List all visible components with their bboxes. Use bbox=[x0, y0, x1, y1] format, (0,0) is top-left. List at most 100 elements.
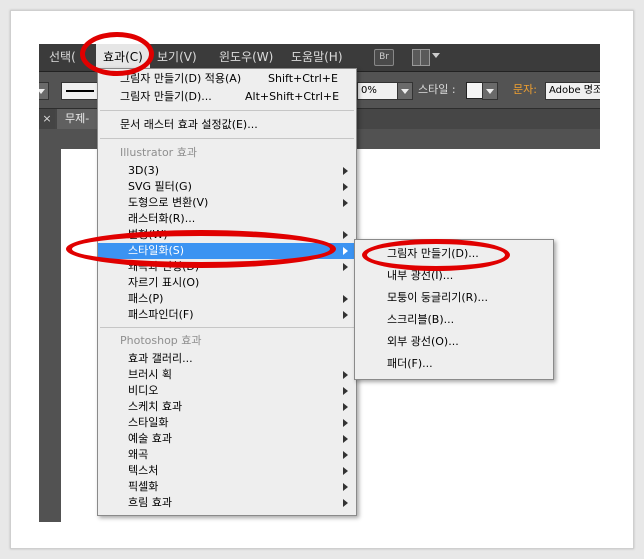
menu-item-distort[interactable]: 왜곡 bbox=[98, 447, 356, 463]
submenu-arrow-icon bbox=[343, 371, 348, 379]
submenu-arrow-icon bbox=[343, 263, 348, 271]
opacity-field[interactable]: 0% bbox=[357, 82, 400, 100]
menu-item-apply-drop-shadow[interactable]: 그림자 만들기(D) 적용(A) Shift+Ctrl+E bbox=[98, 71, 356, 87]
style-swatch[interactable] bbox=[466, 82, 483, 99]
menu-item-label: 스케치 효과 bbox=[128, 400, 183, 413]
menu-item-blur[interactable]: 흐림 효과 bbox=[98, 495, 356, 511]
menu-item-label: 스크리블(B)... bbox=[387, 313, 455, 326]
submenu-arrow-icon bbox=[343, 311, 348, 319]
menu-item-label: 도형으로 변환(V) bbox=[128, 196, 209, 209]
menu-item-label: 스타일화 bbox=[128, 416, 169, 429]
menu-item-label: 그림자 만들기(D)... bbox=[387, 247, 479, 260]
menu-item-rasterize[interactable]: 래스터화(R)... bbox=[98, 211, 356, 227]
effect-menu: 그림자 만들기(D) 적용(A) Shift+Ctrl+E 그림자 만들기(D)… bbox=[97, 68, 357, 516]
submenu-arrow-icon bbox=[343, 199, 348, 207]
menu-select[interactable]: 선택( bbox=[49, 44, 76, 71]
menu-item-crop-marks[interactable]: 자르기 표시(O) bbox=[98, 275, 356, 291]
menu-item-label: 래스터화(R)... bbox=[128, 212, 196, 225]
menu-item-brush-strokes[interactable]: 브러시 획 bbox=[98, 367, 356, 383]
menu-item-video[interactable]: 비디오 bbox=[98, 383, 356, 399]
submenu-arrow-icon bbox=[343, 167, 348, 175]
menu-item-label: 그림자 만들기(D)... bbox=[120, 90, 212, 103]
menu-item-artistic[interactable]: 예술 효과 bbox=[98, 431, 356, 447]
menu-item-label: 자르기 표시(O) bbox=[128, 276, 200, 289]
menu-window[interactable]: 윈도우(W) bbox=[219, 44, 273, 71]
submenu-arrow-icon bbox=[343, 231, 348, 239]
bridge-button[interactable]: Br bbox=[374, 49, 394, 66]
menu-header-label: Photoshop 효과 bbox=[120, 334, 202, 347]
menu-item-label: 스타일화(S) bbox=[128, 244, 185, 257]
menu-item-label: 모퉁이 둥글리기(R)... bbox=[387, 291, 489, 304]
menu-effect[interactable]: 효과(C) bbox=[96, 44, 150, 71]
submenu-arrow-icon bbox=[343, 403, 348, 411]
menu-item-shortcut: Alt+Shift+Ctrl+E bbox=[245, 90, 340, 103]
submenu-item-drop-shadow[interactable]: 그림자 만들기(D)... bbox=[355, 246, 553, 262]
submenu-item-outer-glow[interactable]: 외부 광선(O)... bbox=[355, 334, 553, 350]
menu-item-raster-settings[interactable]: 문서 래스터 효과 설정값(E)... bbox=[98, 117, 356, 133]
chevron-down-icon[interactable] bbox=[432, 53, 440, 58]
menu-item-label: 왜곡과 변형(D) bbox=[128, 260, 200, 273]
menu-item-transform[interactable]: 변형(W) bbox=[98, 227, 356, 243]
submenu-arrow-icon bbox=[343, 247, 348, 255]
menu-item-label: 외부 광선(O)... bbox=[387, 335, 459, 348]
menu-item-3d[interactable]: 3D(3) bbox=[98, 163, 356, 179]
stroke-dropdown-arrow[interactable] bbox=[39, 82, 49, 100]
stroke-profile-box[interactable] bbox=[61, 82, 99, 100]
menu-item-path[interactable]: 패스(P) bbox=[98, 291, 356, 307]
menu-item-label: 3D(3) bbox=[128, 164, 160, 177]
font-family-field[interactable]: Adobe 명조 bbox=[545, 82, 600, 100]
menu-item-label: 비디오 bbox=[128, 384, 159, 397]
submenu-item-scribble[interactable]: 스크리블(B)... bbox=[355, 312, 553, 328]
menu-item-label: 변형(W) bbox=[128, 228, 168, 241]
submenu-arrow-icon bbox=[343, 483, 348, 491]
menu-item-label: 흐림 효과 bbox=[128, 496, 172, 509]
menu-item-sketch[interactable]: 스케치 효과 bbox=[98, 399, 356, 415]
menu-help[interactable]: 도움말(H) bbox=[291, 44, 343, 71]
menu-item-label: 패스파인더(F) bbox=[128, 308, 194, 321]
menu-item-label: 브러시 획 bbox=[128, 368, 172, 381]
submenu-arrow-icon bbox=[343, 467, 348, 475]
menu-item-label: 패스(P) bbox=[128, 292, 164, 305]
menu-item-label: SVG 필터(G) bbox=[128, 180, 192, 193]
menu-item-label: 그림자 만들기(D) 적용(A) bbox=[120, 72, 242, 85]
menu-item-svg-filter[interactable]: SVG 필터(G) bbox=[98, 179, 356, 195]
menu-item-texture[interactable]: 텍스처 bbox=[98, 463, 356, 479]
close-icon[interactable]: × bbox=[39, 109, 55, 129]
menu-header-label: Illustrator 효과 bbox=[120, 146, 197, 159]
style-dropdown-arrow[interactable] bbox=[482, 82, 498, 100]
submenu-item-round-corners[interactable]: 모퉁이 둥글리기(R)... bbox=[355, 290, 553, 306]
menu-separator bbox=[100, 138, 354, 139]
submenu-arrow-icon bbox=[343, 435, 348, 443]
menu-item-pixelate[interactable]: 픽셀화 bbox=[98, 479, 356, 495]
menu-separator bbox=[100, 110, 354, 111]
menu-item-distort-transform[interactable]: 왜곡과 변형(D) bbox=[98, 259, 356, 275]
menu-item-label: 텍스처 bbox=[128, 464, 159, 477]
submenu-item-inner-glow[interactable]: 내부 광선(I)... bbox=[355, 268, 553, 284]
opacity-dropdown-arrow[interactable] bbox=[397, 82, 413, 100]
menu-item-convert-to-shape[interactable]: 도형으로 변환(V) bbox=[98, 195, 356, 211]
submenu-item-feather[interactable]: 패더(F)... bbox=[355, 356, 553, 372]
submenu-arrow-icon bbox=[343, 387, 348, 395]
character-link[interactable]: 문자: bbox=[513, 82, 537, 98]
menu-item-last-effect[interactable]: 그림자 만들기(D)... Alt+Shift+Ctrl+E bbox=[98, 89, 356, 105]
menu-item-label: 문서 래스터 효과 설정값(E)... bbox=[120, 118, 258, 131]
menu-item-label: 왜곡 bbox=[128, 448, 149, 461]
submenu-arrow-icon bbox=[343, 183, 348, 191]
menu-separator bbox=[100, 327, 354, 328]
menu-view[interactable]: 보기(V) bbox=[157, 44, 197, 71]
menu-item-stylize[interactable]: 스타일화(S) bbox=[98, 243, 356, 259]
menu-item-effect-gallery[interactable]: 효과 갤러리... bbox=[98, 351, 356, 367]
stroke-line bbox=[66, 90, 94, 92]
menu-header-illustrator: Illustrator 효과 bbox=[98, 145, 356, 161]
menu-item-label: 예술 효과 bbox=[128, 432, 172, 445]
style-label: 스타일 : bbox=[418, 83, 456, 96]
menu-item-label: 픽셀화 bbox=[128, 480, 159, 493]
menu-item-label: 패더(F)... bbox=[387, 357, 433, 370]
arrange-documents-icon[interactable] bbox=[412, 49, 430, 66]
menu-item-shortcut: Shift+Ctrl+E bbox=[268, 72, 338, 85]
menu-item-ps-stylize[interactable]: 스타일화 bbox=[98, 415, 356, 431]
menu-header-photoshop: Photoshop 효과 bbox=[98, 333, 356, 349]
submenu-arrow-icon bbox=[343, 419, 348, 427]
menu-item-pathfinder[interactable]: 패스파인더(F) bbox=[98, 307, 356, 323]
menu-item-label: 내부 광선(I)... bbox=[387, 269, 454, 282]
